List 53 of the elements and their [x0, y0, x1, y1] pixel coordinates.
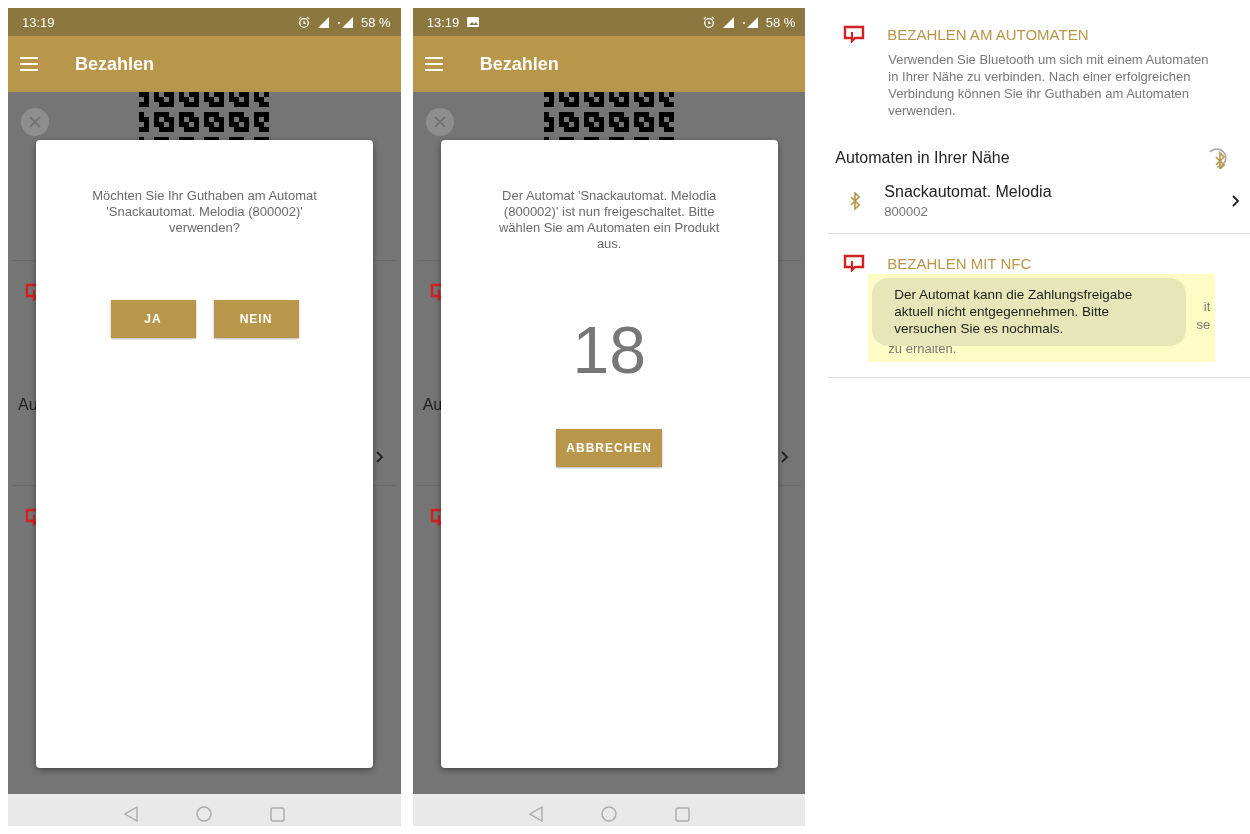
device-row[interactable]: Snackautomat. Melodia 800002 — [820, 169, 1250, 233]
list-heading: Automaten in Ihrer Nähe — [835, 149, 1010, 167]
back-icon[interactable] — [528, 806, 543, 822]
recents-icon[interactable] — [674, 806, 690, 822]
battery-text: 58 % — [361, 14, 391, 30]
dialog-button[interactable]: JA — [110, 300, 196, 338]
image-icon — [467, 17, 480, 27]
close-button[interactable] — [21, 108, 49, 136]
dialog-button[interactable]: NEIN — [213, 300, 299, 338]
dialog-message: Der Automat 'Snackautomat. Melodia (800002)' ist nun freigeschaltet. Bitte wählen Sie am Automaten ein Produkt aus. — [497, 188, 721, 252]
chevron-icon — [1232, 195, 1240, 207]
section-description: Verwenden Sie Bluetooth um sich mit einem Automaten in Ihrer Nähe zu verbinden. Nach einer erfolgreichen Verbindung können Sie ihr Guthaben am Automaten verwenden. — [888, 51, 1210, 119]
bluetooth-icon — [848, 192, 861, 210]
payment-terminal-icon — [843, 254, 866, 272]
signal-icon — [318, 16, 330, 28]
payment-terminal-icon — [25, 508, 36, 526]
menu-icon[interactable] — [20, 57, 38, 71]
close-button[interactable] — [425, 108, 454, 136]
close-icon — [433, 116, 446, 128]
status-time: 13:19 — [22, 14, 55, 30]
menu-icon[interactable] — [424, 57, 443, 71]
dialog-message: Möchten Sie Ihr Guthaben am Automat 'Snackautomat. Melodia (800002)' verwenden? — [91, 188, 318, 236]
app-title: Bezahlen — [75, 53, 155, 75]
close-icon — [29, 116, 41, 128]
section-heading: Au — [422, 396, 443, 414]
dialog-button[interactable]: ABBRECHEN — [556, 429, 662, 467]
signal-icon — [722, 16, 734, 28]
signal-icon — [337, 16, 354, 28]
payment-terminal-icon — [25, 283, 36, 301]
battery-text: 58 % — [765, 14, 796, 30]
app-title: Bezahlen — [479, 53, 559, 75]
section-title: BEZAHLEN MIT NFC — [887, 254, 1032, 272]
payment-terminal-icon — [429, 283, 441, 301]
bluetooth-refresh-icon[interactable] — [1206, 147, 1228, 169]
payment-terminal-icon — [429, 508, 441, 526]
toast-message: Der Automat kann die Zahlungsfreigabe aktuell nicht entgegennehmen. Bitte versuchen Sie es nochmals. — [872, 278, 1187, 346]
back-icon[interactable] — [123, 806, 138, 822]
alarm-icon — [298, 16, 311, 28]
description-fragment: it — [1203, 298, 1211, 316]
description-fragment: se — [1196, 316, 1211, 334]
signal-icon — [741, 16, 758, 28]
countdown-number: 18 — [572, 312, 646, 388]
home-icon[interactable] — [600, 806, 617, 822]
alarm-icon — [702, 16, 715, 28]
recents-icon[interactable] — [269, 806, 285, 822]
payment-terminal-icon — [843, 25, 866, 43]
chevron-icon[interactable] — [780, 451, 789, 463]
section-title: BEZAHLEN AM AUTOMATEN — [887, 25, 1089, 43]
chevron-icon[interactable] — [376, 451, 384, 463]
device-name: Snackautomat. Melodia — [884, 183, 1053, 201]
home-icon[interactable] — [195, 806, 212, 822]
device-id: 800002 — [884, 204, 929, 219]
status-time: 13:19 — [426, 14, 460, 30]
